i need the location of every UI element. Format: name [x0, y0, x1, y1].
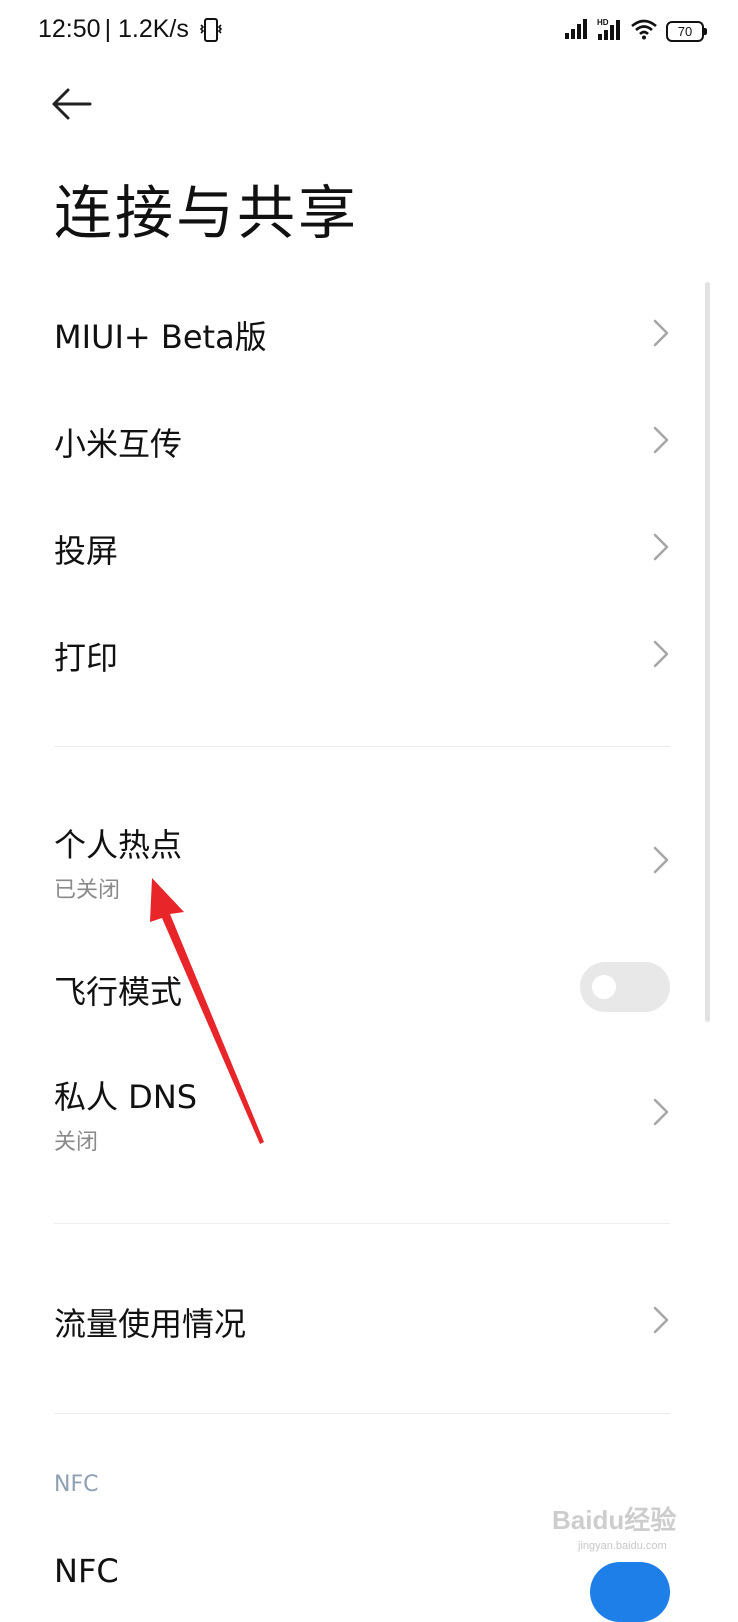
battery-icon: 70 — [666, 20, 707, 42]
chevron-right-icon — [653, 1098, 669, 1126]
status-left: 12:50 | 1.2K/s — [38, 15, 223, 44]
list-item-private-dns[interactable]: 私人 DNS 关闭 — [0, 1056, 700, 1168]
scrollbar[interactable] — [705, 282, 710, 1022]
baidu-watermark: Baidu经验 — [552, 1505, 677, 1535]
list-item-data-usage[interactable]: 流量使用情况 — [0, 1277, 700, 1363]
list-item-label: 投屏 — [54, 532, 119, 570]
chevron-right-icon — [653, 640, 669, 668]
signal-icon — [564, 18, 588, 44]
status-time: 12:50 — [38, 15, 101, 43]
status-bar: 12:50 | 1.2K/s HD 70 — [0, 0, 738, 64]
toggle-knob — [592, 975, 616, 999]
list-item-status: 关闭 — [54, 1130, 99, 1155]
list-item-label: 小米互传 — [54, 425, 183, 463]
list-item-status: 已关闭 — [54, 878, 121, 903]
status-right: HD 70 — [564, 17, 707, 45]
nfc-toggle[interactable] — [590, 1562, 670, 1622]
list-item-label: 个人热点 — [54, 826, 183, 864]
list-item-print[interactable]: 打印 — [0, 611, 700, 697]
back-button[interactable] — [50, 84, 96, 124]
network-speed: | 1.2K/s — [104, 15, 189, 43]
airplane-mode-toggle[interactable] — [580, 962, 670, 1012]
chevron-right-icon — [653, 426, 669, 454]
baidu-watermark-url: jingyan.baidu.com — [578, 1540, 667, 1552]
list-item-mi-share[interactable]: 小米互传 — [0, 397, 700, 483]
list-item-cast[interactable]: 投屏 — [0, 504, 700, 590]
list-item-hotspot[interactable]: 个人热点 已关闭 — [0, 804, 700, 916]
divider — [54, 1413, 670, 1414]
vibrate-icon — [199, 17, 223, 43]
section-header-nfc: NFC — [54, 1472, 99, 1497]
hd-signal-icon: HD — [596, 17, 622, 45]
list-item-label: NFC — [54, 1552, 119, 1590]
chevron-right-icon — [653, 533, 669, 561]
divider — [54, 746, 670, 747]
svg-text:HD: HD — [597, 18, 609, 27]
list-item-label: 打印 — [54, 639, 119, 677]
chevron-right-icon — [653, 319, 669, 347]
annotation-arrow-icon — [150, 878, 264, 1144]
divider — [54, 1223, 670, 1224]
list-item-label: 流量使用情况 — [54, 1305, 247, 1343]
wifi-icon — [630, 18, 658, 44]
page-title: 连接与共享 — [54, 179, 360, 247]
list-item-miui-plus[interactable]: MIUI+ Beta版 — [0, 290, 700, 376]
chevron-right-icon — [653, 846, 669, 874]
chevron-right-icon — [653, 1306, 669, 1334]
list-item-label: MIUI+ Beta版 — [54, 318, 267, 356]
back-arrow-icon — [52, 88, 92, 120]
